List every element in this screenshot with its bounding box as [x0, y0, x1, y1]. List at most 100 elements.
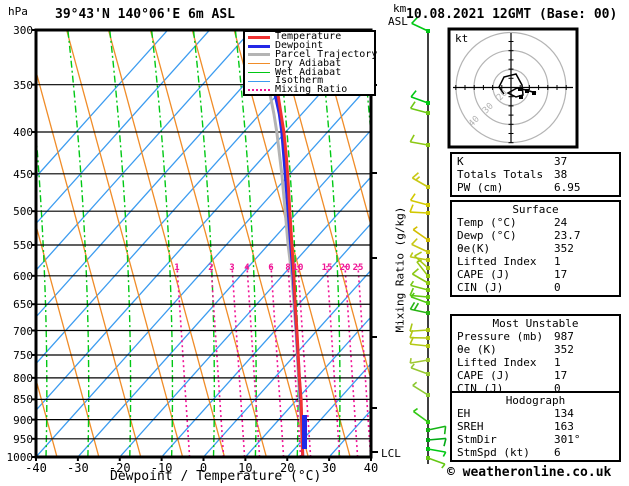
pressure-tick-label: 950 — [13, 432, 33, 446]
hodograph-unit-label: kt — [455, 32, 469, 45]
panel-title: Surface — [512, 203, 559, 216]
datetime-label: 10.08.2021 12GMT (Base: 00) — [406, 7, 618, 22]
row-label: Totals Totals — [457, 168, 544, 181]
wind-barb — [426, 447, 447, 457]
row-label: SREH — [457, 420, 484, 433]
row-label: StmSpd (kt) — [457, 446, 530, 459]
mixing-ratio-value: 15 — [321, 263, 333, 273]
table-row: Lifted Index 1 — [452, 356, 619, 369]
pressure-tick-label: 450 — [13, 167, 33, 181]
row-label: Temp (°C) — [457, 216, 517, 229]
mixing-ratio-value: 6 — [268, 263, 274, 273]
hodograph-marker — [532, 91, 536, 95]
hodograph-marker — [525, 89, 529, 93]
mixing-ratio-value: 20 — [339, 263, 351, 273]
table-row: StmSpd (kt) 6 — [452, 446, 619, 459]
row-label: Dewp (°C) — [457, 229, 517, 242]
panel-indices: K 37 Totals Totals 38 PW (cm) 6.95 — [450, 152, 621, 197]
mixing-ratio-swatch-icon — [248, 89, 270, 92]
row-value: 23.7 — [554, 229, 581, 242]
row-value: 301° — [554, 433, 581, 446]
wet-adiabat-line — [67, 31, 90, 456]
pressure-tick-label: 800 — [13, 371, 33, 385]
mixing-ratio-line — [231, 265, 246, 456]
dry-adiabat-line — [108, 31, 225, 456]
wet-adiabat-swatch-icon — [248, 72, 270, 74]
table-row: θe(K) 352 — [452, 242, 619, 255]
x-axis-title: Dewpoint / Temperature (°C) — [110, 469, 322, 484]
pressure-tick-label: 750 — [13, 348, 33, 362]
hodograph-marker — [519, 95, 523, 99]
row-label: θe(K) — [457, 242, 491, 255]
pressure-tick-label: 900 — [13, 413, 33, 427]
row-value: 163 — [554, 420, 574, 433]
mixing-ratio-line — [357, 265, 370, 456]
row-value: 17 — [554, 268, 568, 281]
row-value: 6.95 — [554, 181, 581, 194]
mixing-ratio-value: 4 — [244, 263, 250, 273]
pressure-tick-label: 850 — [13, 393, 33, 407]
temperature-swatch-icon — [248, 35, 270, 39]
dry-adiabat-swatch-icon — [248, 63, 270, 65]
table-row: CIN (J) 0 — [452, 281, 619, 294]
row-value: 1 — [554, 255, 561, 268]
row-label: K — [457, 155, 464, 168]
lcl-label: LCL — [381, 447, 401, 460]
table-row: CAPE (J) 17 — [452, 369, 619, 382]
wet-adiabat-line — [192, 31, 216, 456]
pressure-tick-label: 550 — [13, 238, 33, 252]
row-value: 17 — [554, 369, 568, 382]
row-value: 37 — [554, 155, 568, 168]
table-row: θe (K) 352 — [452, 343, 619, 356]
row-label: θe (K) — [457, 343, 497, 356]
row-value: 24 — [554, 216, 568, 229]
copyright-link[interactable]: © weatheronline.co.uk — [447, 465, 611, 480]
row-label: CIN (J) — [457, 281, 504, 294]
row-value: 987 — [554, 330, 574, 343]
wind-barb — [409, 134, 430, 147]
dewpoint-swatch-icon — [248, 44, 270, 48]
row-label: Pressure (mb) — [457, 330, 544, 343]
legend-item: Mixing Ratio — [248, 84, 372, 96]
row-value: 38 — [554, 168, 568, 181]
row-value: 1 — [554, 356, 561, 369]
table-row: Lifted Index 1 — [452, 255, 619, 268]
wind-barb — [426, 437, 447, 447]
wind-barb — [426, 456, 446, 469]
table-row: K 37 — [452, 155, 619, 168]
row-value: 6 — [554, 446, 561, 459]
altitude-unit-asl: ASL — [388, 15, 408, 28]
legend-label: Mixing Ratio — [275, 84, 348, 96]
temp-tick-label: -40 — [25, 461, 47, 475]
panel-surface: Surface Temp (°C) 24 Dewp (°C) 23.7 θe(K) 352 L… — [450, 200, 621, 297]
isotherm-swatch-icon — [248, 80, 270, 82]
row-label: Lifted Index — [457, 255, 537, 268]
panel-hodograph: Hodograph EH 134 SREH 163 StmDir 301° StmSpd (k… — [450, 391, 621, 462]
hodograph-marker — [518, 87, 522, 91]
dewpoint-surface-bar — [302, 415, 307, 449]
table-row: CAPE (J) 17 — [452, 268, 619, 281]
table-row: SREH 163 — [452, 420, 619, 433]
wet-adiabat-line — [151, 31, 174, 456]
dry-adiabat-line — [37, 72, 142, 456]
mixing-ratio-line — [246, 265, 261, 456]
row-label: CAPE (J) — [457, 268, 510, 281]
mixing-ratio-value: 2 — [208, 263, 214, 273]
parcel-trajectory-swatch-icon — [248, 53, 270, 57]
temp-tick-label: -30 — [67, 461, 89, 475]
station-title: 39°43'N 140°06'E 6m ASL — [55, 7, 236, 22]
mixing-ratio-value: 25 — [352, 263, 364, 273]
altitude-unit-km: km — [393, 2, 407, 15]
pressure-tick-label: 300 — [13, 24, 33, 37]
pressure-tick-label: 400 — [13, 126, 33, 140]
wet-adiabat-line — [109, 31, 132, 456]
panel-title: Hodograph — [505, 394, 566, 407]
row-value: 134 — [554, 407, 574, 420]
wind-barb — [410, 363, 430, 376]
mixing-ratio-value: 1 — [174, 263, 180, 273]
mixing-ratio-line — [344, 265, 359, 456]
row-label: EH — [457, 407, 471, 420]
panel-title: Most Unstable — [492, 317, 579, 330]
mixing-ratio-axis-label: Mixing Ratio (g/kg) — [393, 206, 407, 333]
pressure-tick-label: 600 — [13, 269, 33, 283]
